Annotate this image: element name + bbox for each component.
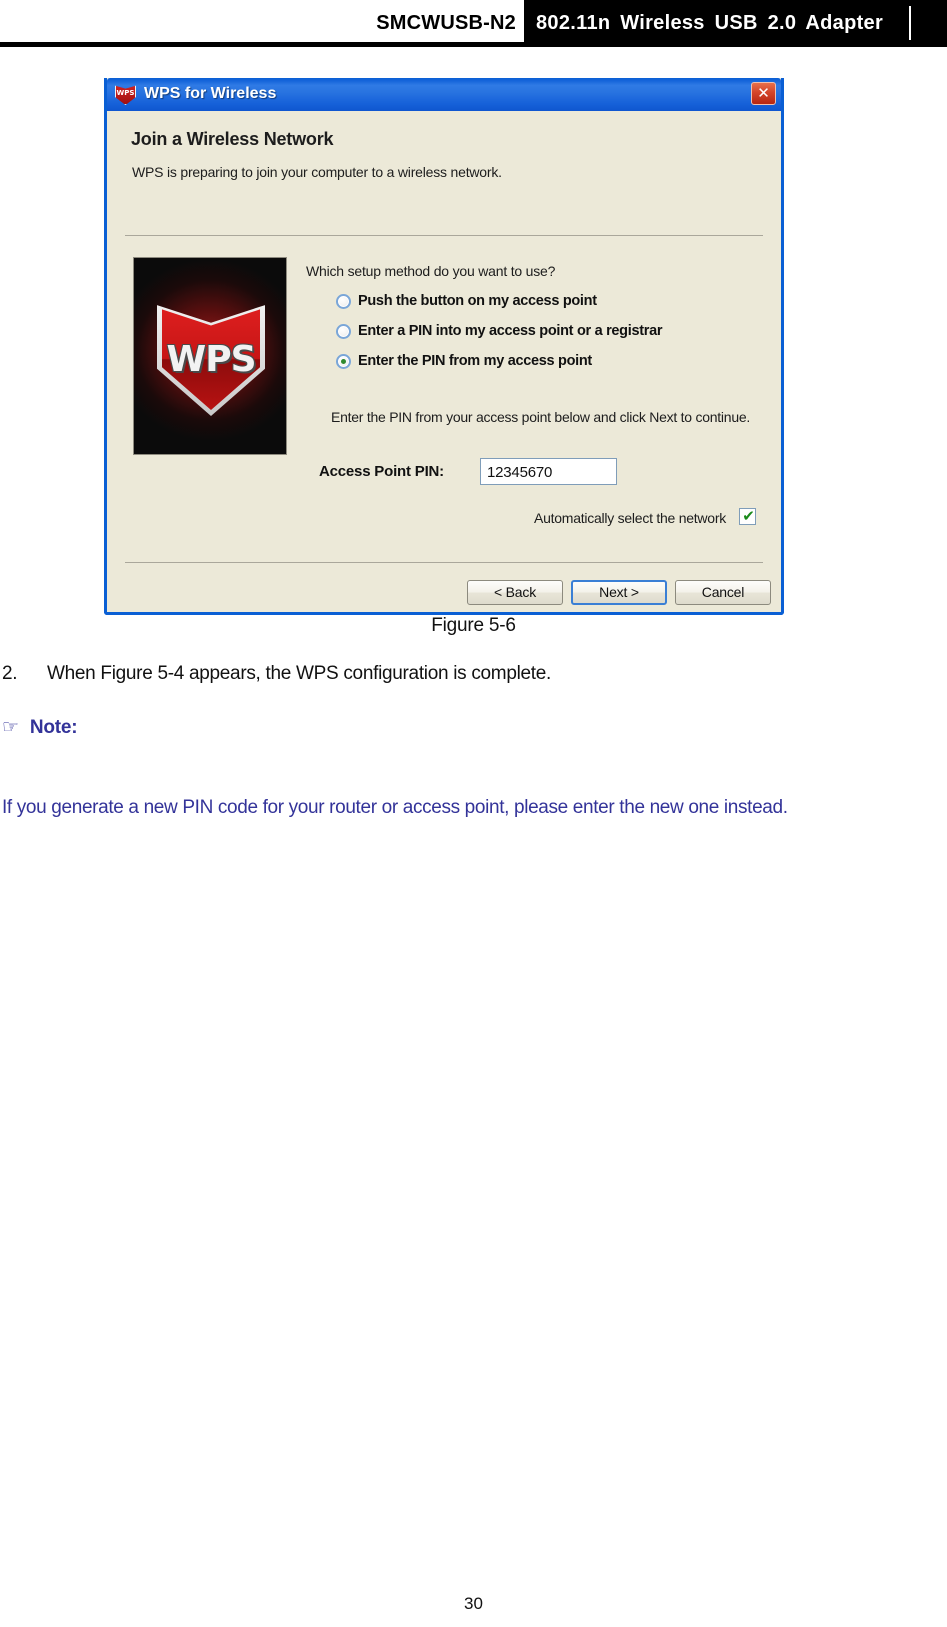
wps-hero-image: WPS xyxy=(133,257,287,455)
wps-dialog: WPS WPS for Wireless ✕ Join a Wireless N… xyxy=(104,78,784,615)
wps-hero-shield: WPS xyxy=(157,298,265,416)
auto-select-network-label: Automatically select the network xyxy=(534,510,726,526)
wps-shield-icon-label: WPS xyxy=(116,89,135,97)
note-heading: ☞ Note: xyxy=(2,716,78,739)
separator-top xyxy=(125,235,763,236)
setup-method-question: Which setup method do you want to use? xyxy=(306,263,556,279)
dialog-title: WPS for Wireless xyxy=(144,85,277,102)
cancel-button[interactable]: Cancel xyxy=(675,580,771,605)
dialog-subheading: WPS is preparing to join your computer t… xyxy=(132,164,502,180)
header-rule xyxy=(0,42,947,47)
header-model-name: SMCWUSB-N2 xyxy=(376,12,516,34)
page-number: 30 xyxy=(464,1594,483,1613)
step-number: 2. xyxy=(2,663,18,684)
radio-icon[interactable] xyxy=(336,324,351,339)
note-body-text: If you generate a new PIN code for your … xyxy=(2,797,788,818)
next-button[interactable]: Next > xyxy=(571,580,667,605)
access-point-pin-label: Access Point PIN: xyxy=(319,463,444,480)
dialog-titlebar[interactable]: WPS WPS for Wireless ✕ xyxy=(107,78,781,111)
back-button[interactable]: < Back xyxy=(467,580,563,605)
step-item: 2. When Figure 5-4 appears, the WPS confi… xyxy=(2,663,942,685)
dialog-heading: Join a Wireless Network xyxy=(131,129,334,149)
dialog-body: Join a Wireless Network WPS is preparing… xyxy=(107,111,781,612)
note-title: Note: xyxy=(29,717,78,738)
figure-caption: Figure 5-6 xyxy=(431,615,516,636)
header-end-tick xyxy=(909,6,911,40)
auto-select-network-checkbox[interactable]: ✔ xyxy=(739,507,756,525)
radio-icon[interactable] xyxy=(336,294,351,309)
header-product-name: 802.11n Wireless USB 2.0 Adapter xyxy=(536,12,884,34)
setup-option-label: Push the button on my access point xyxy=(358,293,597,309)
radio-icon-selected[interactable] xyxy=(336,354,351,369)
separator-bottom xyxy=(125,562,763,563)
access-point-pin-input[interactable]: 12345670 xyxy=(480,458,617,485)
wps-shield-icon: WPS xyxy=(115,84,136,105)
close-icon: ✕ xyxy=(757,84,770,102)
setup-option-label: Enter a PIN into my access point or a re… xyxy=(358,323,663,339)
close-button[interactable]: ✕ xyxy=(751,82,776,105)
pin-hint-text: Enter the PIN from your access point bel… xyxy=(331,409,751,425)
page-header: SMCWUSB-N2 802.11n Wireless USB 2.0 Adap… xyxy=(0,0,947,47)
checkmark-icon: ✔ xyxy=(742,507,755,525)
wps-hero-logo-text: WPS xyxy=(166,339,256,380)
setup-option-label: Enter the PIN from my access point xyxy=(358,353,592,369)
step-text: When Figure 5-4 appears, the WPS configu… xyxy=(47,663,552,684)
pointing-hand-icon: ☞ xyxy=(2,716,19,738)
